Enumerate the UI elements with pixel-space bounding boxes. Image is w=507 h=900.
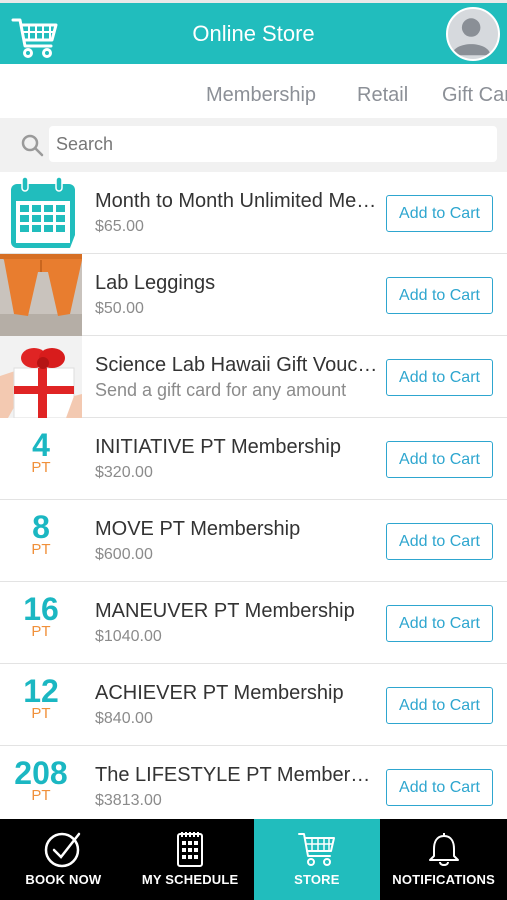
nav-label: BOOK NOW xyxy=(25,872,102,887)
search-icon xyxy=(21,134,44,157)
product-name: MOVE PT Membership xyxy=(95,518,301,540)
nav-store[interactable]: STORE xyxy=(253,819,381,900)
cart-icon xyxy=(297,833,335,866)
product-name: ACHIEVER PT Membership xyxy=(95,682,344,704)
nav-label: MY SCHEDULE xyxy=(141,872,239,887)
product-row[interactable]: 12 PT ACHIEVER PT Membership $840.00 Add… xyxy=(0,664,507,746)
pt-sessions-badge: 208 PT xyxy=(0,746,82,828)
product-price: $840.00 xyxy=(95,710,153,727)
checkmark-circle-icon xyxy=(45,832,81,868)
schedule-icon xyxy=(177,832,204,867)
nav-label: NOTIFICATIONS xyxy=(392,872,495,887)
product-row[interactable]: 8 PT MOVE PT Membership $600.00 Add to C… xyxy=(0,500,507,582)
pt-label: PT xyxy=(31,459,51,476)
add-to-cart-button[interactable]: Add to Cart xyxy=(386,605,493,642)
add-to-cart-button[interactable]: Add to Cart xyxy=(386,277,493,314)
product-name: Lab Leggings xyxy=(95,272,216,294)
pt-sessions-badge: 16 PT xyxy=(0,582,82,664)
page-title: Online Store xyxy=(192,21,315,46)
add-to-cart-button[interactable]: Add to Cart xyxy=(386,523,493,560)
pt-label: PT xyxy=(31,623,51,640)
product-price: $1040.00 xyxy=(95,628,162,645)
product-name: INITIATIVE PT Membership xyxy=(95,436,341,458)
product-description: Send a gift card for any amount xyxy=(95,380,347,400)
category-tabs: Membership Retail Gift Car xyxy=(0,64,507,118)
pt-session-count: 12 xyxy=(23,673,59,709)
product-price: $320.00 xyxy=(95,464,153,481)
product-name: Science Lab Hawaii Gift Voucher xyxy=(95,354,380,376)
tab-retail[interactable]: Retail xyxy=(357,84,408,107)
pt-session-count: 8 xyxy=(32,509,50,545)
calendar-icon xyxy=(0,172,82,254)
pt-sessions-badge: 4 PT xyxy=(0,418,82,500)
pt-label: PT xyxy=(31,705,51,722)
product-row[interactable]: 16 PT MANEUVER PT Membership $1040.00 Ad… xyxy=(0,582,507,664)
search-bar xyxy=(0,118,507,172)
nav-label: STORE xyxy=(294,872,340,887)
nav-notifications[interactable]: NOTIFICATIONS xyxy=(380,819,507,900)
app-header: Online Store xyxy=(0,0,507,64)
product-name: The LIFESTYLE PT Membership xyxy=(95,764,380,786)
add-to-cart-button[interactable]: Add to Cart xyxy=(386,769,493,806)
add-to-cart-button[interactable]: Add to Cart xyxy=(386,195,493,232)
tab-gift-cards[interactable]: Gift Car xyxy=(442,84,507,107)
pt-label: PT xyxy=(31,541,51,558)
leggings-photo xyxy=(0,254,82,336)
product-list: Month to Month Unlimited Membership $65.… xyxy=(0,172,507,828)
search-input[interactable] xyxy=(49,126,497,162)
product-price: $65.00 xyxy=(95,218,144,235)
product-price: $3813.00 xyxy=(95,792,162,809)
pt-label: PT xyxy=(31,787,51,804)
product-row[interactable]: Lab Leggings $50.00 Add to Cart xyxy=(0,254,507,336)
tab-membership[interactable]: Membership xyxy=(206,84,316,107)
product-price: $50.00 xyxy=(95,300,144,317)
user-avatar-icon[interactable] xyxy=(446,7,500,61)
pt-session-count: 16 xyxy=(23,591,59,627)
product-name: Month to Month Unlimited Membership xyxy=(95,190,380,212)
add-to-cart-button[interactable]: Add to Cart xyxy=(386,441,493,478)
pt-sessions-badge: 8 PT xyxy=(0,500,82,582)
add-to-cart-button[interactable]: Add to Cart xyxy=(386,687,493,724)
nav-my-schedule[interactable]: MY SCHEDULE xyxy=(127,819,254,900)
product-row[interactable]: 4 PT INITIATIVE PT Membership $320.00 Ad… xyxy=(0,418,507,500)
bottom-navigation: BOOK NOW MY SCHEDULE STORE NOTIFICATIONS xyxy=(0,819,507,900)
gift-box-photo xyxy=(0,336,82,418)
pt-session-count: 4 xyxy=(32,427,50,463)
product-name: MANEUVER PT Membership xyxy=(95,600,355,622)
bell-icon xyxy=(428,833,459,866)
product-price: $600.00 xyxy=(95,546,153,563)
product-row[interactable]: Science Lab Hawaii Gift Voucher Send a g… xyxy=(0,336,507,418)
pt-sessions-badge: 12 PT xyxy=(0,664,82,746)
pt-session-count: 208 xyxy=(14,755,68,791)
product-row[interactable]: 208 PT The LIFESTYLE PT Membership $3813… xyxy=(0,746,507,828)
nav-book-now[interactable]: BOOK NOW xyxy=(0,819,127,900)
product-row[interactable]: Month to Month Unlimited Membership $65.… xyxy=(0,172,507,254)
add-to-cart-button[interactable]: Add to Cart xyxy=(386,359,493,396)
